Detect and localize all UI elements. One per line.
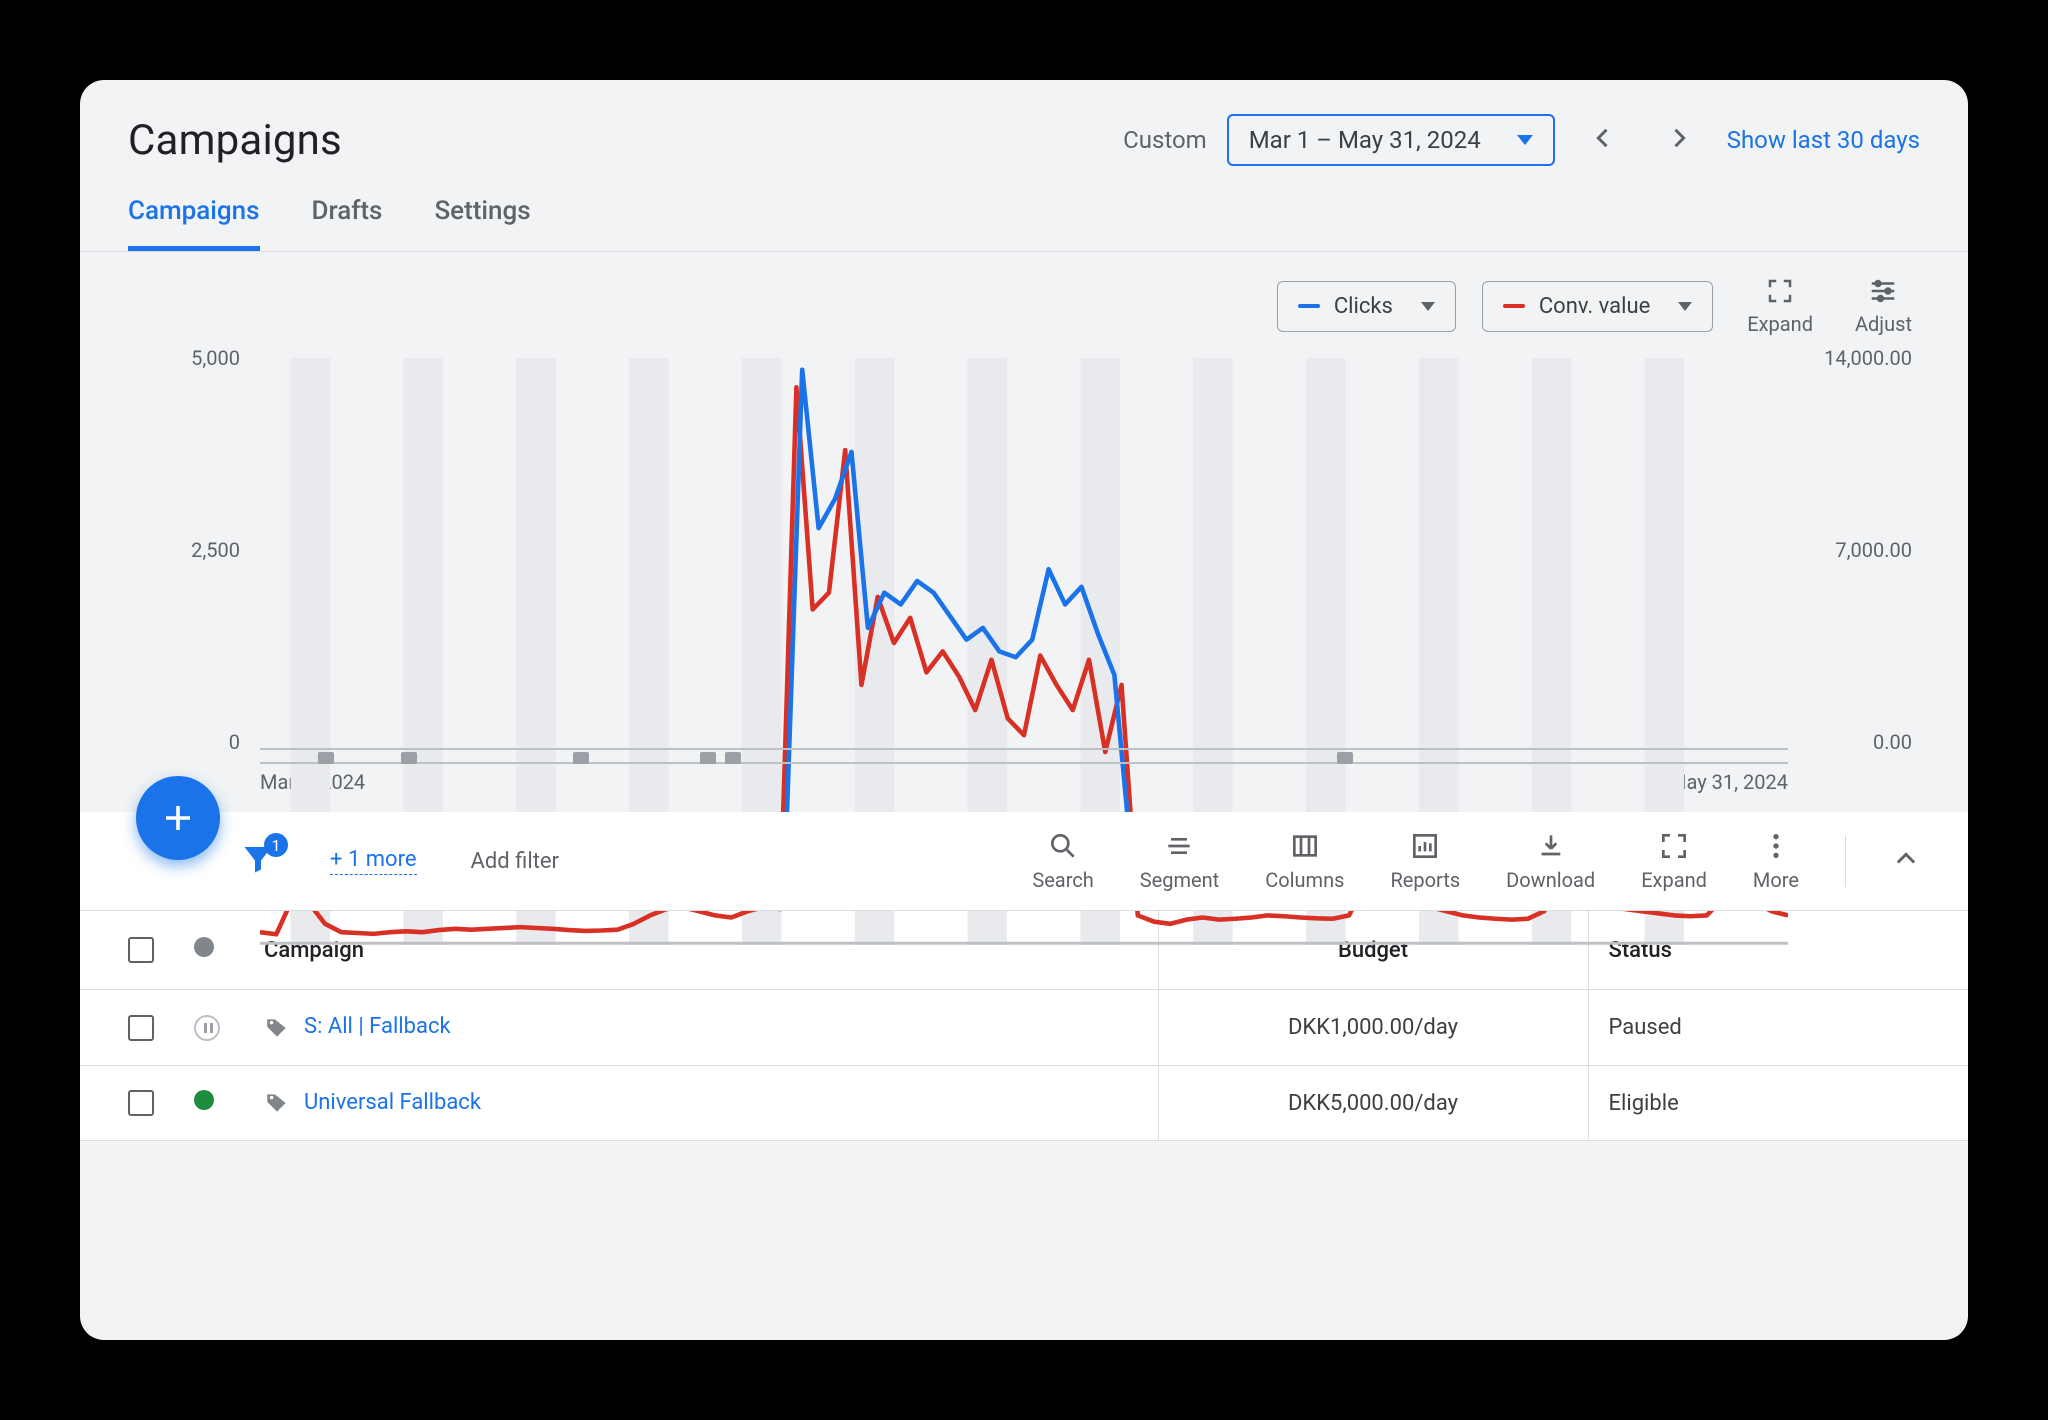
date-range-value: Mar 1 – May 31, 2024 xyxy=(1249,126,1481,154)
metric2-label: Conv. value xyxy=(1539,294,1650,319)
chart-adjust-label: Adjust xyxy=(1855,312,1912,336)
status-cell: Eligible xyxy=(1588,1066,1968,1141)
campaigns-panel: Campaigns Custom Mar 1 – May 31, 2024 Sh… xyxy=(80,80,1968,1340)
y-axis-right-tick: 7,000.00 xyxy=(1835,538,1912,562)
chart-adjust-button[interactable]: Adjust xyxy=(1847,276,1920,336)
y-axis-left-tick: 2,500 xyxy=(150,538,240,562)
reports-button[interactable]: Reports xyxy=(1390,830,1460,892)
table-expand-button[interactable]: Expand xyxy=(1641,830,1707,892)
chart-expand-label: Expand xyxy=(1747,312,1813,336)
y-axis-left-tick: 0 xyxy=(150,730,240,754)
campaigns-table: Campaign Budget Status S: All | Fallback… xyxy=(80,911,1968,1141)
date-mode-label: Custom xyxy=(1123,126,1207,154)
table-row[interactable]: S: All | Fallback DKK1,000.00/dayPaused xyxy=(80,990,1968,1066)
tab-campaigns[interactable]: Campaigns xyxy=(128,196,260,251)
status-cell: Paused xyxy=(1588,990,1968,1066)
status-dot-header-icon xyxy=(194,937,214,957)
row-checkbox[interactable] xyxy=(128,1015,154,1041)
collapse-toolbar-button[interactable] xyxy=(1892,845,1920,877)
chart: 5,0002,500014,000.007,000.000.00 Mar 1, … xyxy=(80,346,1968,812)
status-pause-icon xyxy=(194,1015,220,1041)
chevron-down-icon xyxy=(1517,135,1533,145)
chevron-down-icon xyxy=(1421,302,1435,311)
search-button[interactable]: Search xyxy=(1032,830,1093,892)
campaign-name-link[interactable]: Universal Fallback xyxy=(304,1090,481,1115)
budget-cell: DKK5,000.00/day xyxy=(1158,1066,1588,1141)
row-checkbox[interactable] xyxy=(128,1090,154,1116)
filter-icon[interactable]: 1 xyxy=(240,841,276,881)
segment-button[interactable]: Segment xyxy=(1140,830,1219,892)
y-axis-left-tick: 5,000 xyxy=(150,346,240,370)
status-green-icon xyxy=(194,1090,214,1110)
add-filter-button[interactable]: Add filter xyxy=(471,849,559,874)
metric1-color-swatch xyxy=(1298,304,1320,308)
select-all-checkbox[interactable] xyxy=(128,937,154,963)
budget-cell: DKK1,000.00/day xyxy=(1158,990,1588,1066)
tab-drafts[interactable]: Drafts xyxy=(312,196,383,251)
chart-toolbar: Clicks Conv. value Expand Adjust xyxy=(80,252,1968,346)
metric2-selector[interactable]: Conv. value xyxy=(1482,281,1713,332)
date-next-button[interactable] xyxy=(1651,114,1707,166)
date-range-picker[interactable]: Mar 1 – May 31, 2024 xyxy=(1227,114,1555,166)
tag-icon xyxy=(264,1015,290,1041)
date-prev-button[interactable] xyxy=(1575,114,1631,166)
table-toolbar: 1 + 1 more Add filter Search Segment Col… xyxy=(80,812,1968,911)
chart-timeline[interactable] xyxy=(260,748,1788,764)
campaign-name-link[interactable]: S: All | Fallback xyxy=(304,1014,451,1039)
chart-expand-button[interactable]: Expand xyxy=(1739,276,1821,336)
more-filters-link[interactable]: + 1 more xyxy=(330,847,417,875)
metric1-selector[interactable]: Clicks xyxy=(1277,281,1456,332)
show-last-30-link[interactable]: Show last 30 days xyxy=(1727,126,1920,154)
tabs: Campaigns Drafts Settings xyxy=(80,174,1968,252)
y-axis-right-tick: 0.00 xyxy=(1873,730,1912,754)
tab-settings[interactable]: Settings xyxy=(434,196,530,251)
table-row[interactable]: Universal Fallback DKK5,000.00/dayEligibl… xyxy=(80,1066,1968,1141)
download-button[interactable]: Download xyxy=(1506,830,1595,892)
more-menu-button[interactable]: More xyxy=(1753,830,1799,892)
page-title: Campaigns xyxy=(128,116,342,165)
y-axis-right-tick: 14,000.00 xyxy=(1824,346,1912,370)
add-campaign-button[interactable] xyxy=(136,776,220,860)
filter-count-badge: 1 xyxy=(264,833,288,857)
header: Campaigns Custom Mar 1 – May 31, 2024 Sh… xyxy=(80,80,1968,174)
tag-icon xyxy=(264,1090,290,1116)
metric1-label: Clicks xyxy=(1334,294,1393,319)
metric2-color-swatch xyxy=(1503,304,1525,308)
chevron-down-icon xyxy=(1678,302,1692,311)
separator xyxy=(1845,835,1846,887)
columns-button[interactable]: Columns xyxy=(1265,830,1344,892)
